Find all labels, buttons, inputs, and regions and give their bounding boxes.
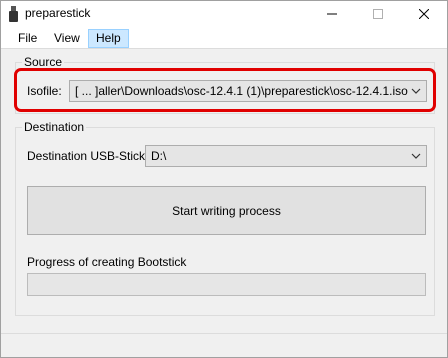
source-highlight-annotation (14, 68, 436, 112)
status-bar (1, 333, 447, 357)
maximize-icon (373, 9, 383, 19)
window-title: preparestick (25, 6, 91, 20)
source-group-label: Source (22, 55, 65, 69)
minimize-icon (327, 13, 337, 15)
usb-stick-combobox[interactable]: D:\ (145, 145, 427, 167)
menu-view[interactable]: View (46, 29, 88, 48)
chevron-down-icon (411, 153, 421, 159)
menu-help[interactable]: Help (88, 29, 129, 48)
minimize-button[interactable] (309, 1, 355, 27)
title-bar[interactable]: preparestick (1, 1, 447, 27)
menu-bar: File View Help (1, 27, 447, 49)
menu-file[interactable]: File (10, 29, 45, 48)
close-button[interactable] (401, 1, 447, 27)
app-window: preparestick File View Help Source Isofi… (0, 0, 448, 358)
usb-stick-icon (9, 6, 18, 22)
maximize-button[interactable] (355, 1, 401, 27)
usb-stick-value: D:\ (151, 149, 167, 163)
destination-group-label: Destination (22, 120, 87, 134)
start-writing-button[interactable]: Start writing process (27, 186, 426, 235)
progress-bar (27, 273, 426, 296)
progress-label: Progress of creating Bootstick (27, 255, 187, 269)
close-icon (419, 9, 429, 19)
usb-stick-label: Destination USB-Stick: (27, 149, 149, 163)
